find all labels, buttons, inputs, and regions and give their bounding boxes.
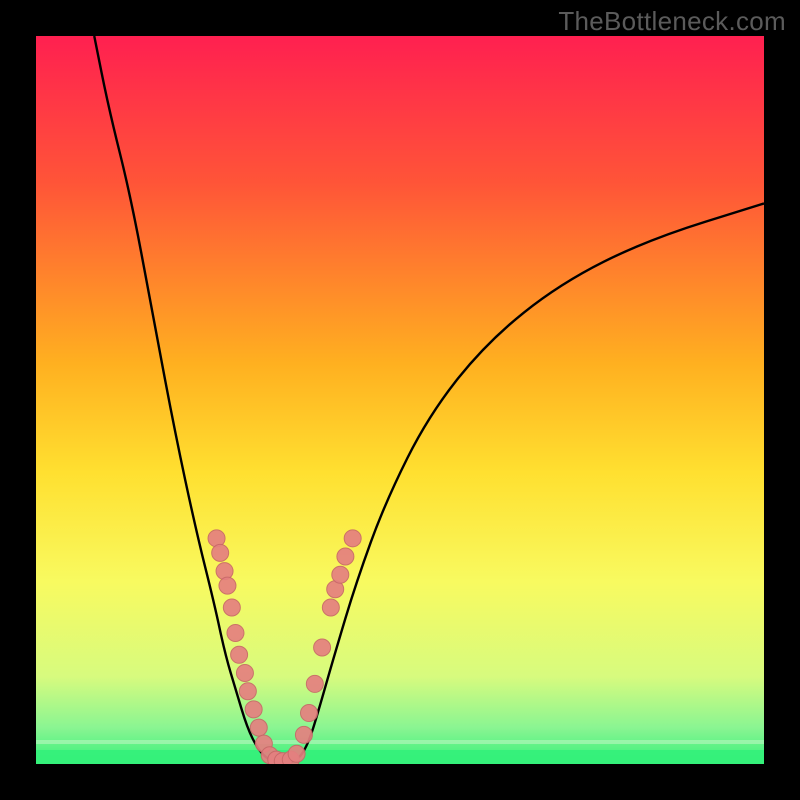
- dot-left-branch: [236, 665, 253, 682]
- dot-left-branch: [227, 624, 244, 641]
- green-band-group: [36, 740, 764, 764]
- dot-right-branch: [306, 675, 323, 692]
- dot-right-branch: [295, 726, 312, 743]
- dot-left-branch: [245, 701, 262, 718]
- dot-left-branch: [223, 599, 240, 616]
- dot-right-branch: [301, 705, 318, 722]
- plot-area: [36, 36, 764, 764]
- dot-left-branch: [216, 563, 233, 580]
- dot-right-branch: [332, 566, 349, 583]
- dot-left-branch: [212, 544, 229, 561]
- dot-bottom: [288, 745, 305, 762]
- dot-left-branch: [250, 719, 267, 736]
- gradient-background: [36, 36, 764, 764]
- chart-frame: TheBottleneck.com: [0, 0, 800, 800]
- dot-left-branch: [219, 577, 236, 594]
- dot-right-branch: [314, 639, 331, 656]
- watermark-label: TheBottleneck.com: [558, 6, 786, 37]
- dot-left-branch: [239, 683, 256, 700]
- dot-right-branch: [322, 599, 339, 616]
- dot-right-branch: [344, 530, 361, 547]
- plot-svg: [36, 36, 764, 764]
- dot-right-branch: [337, 548, 354, 565]
- dot-left-branch: [231, 646, 248, 663]
